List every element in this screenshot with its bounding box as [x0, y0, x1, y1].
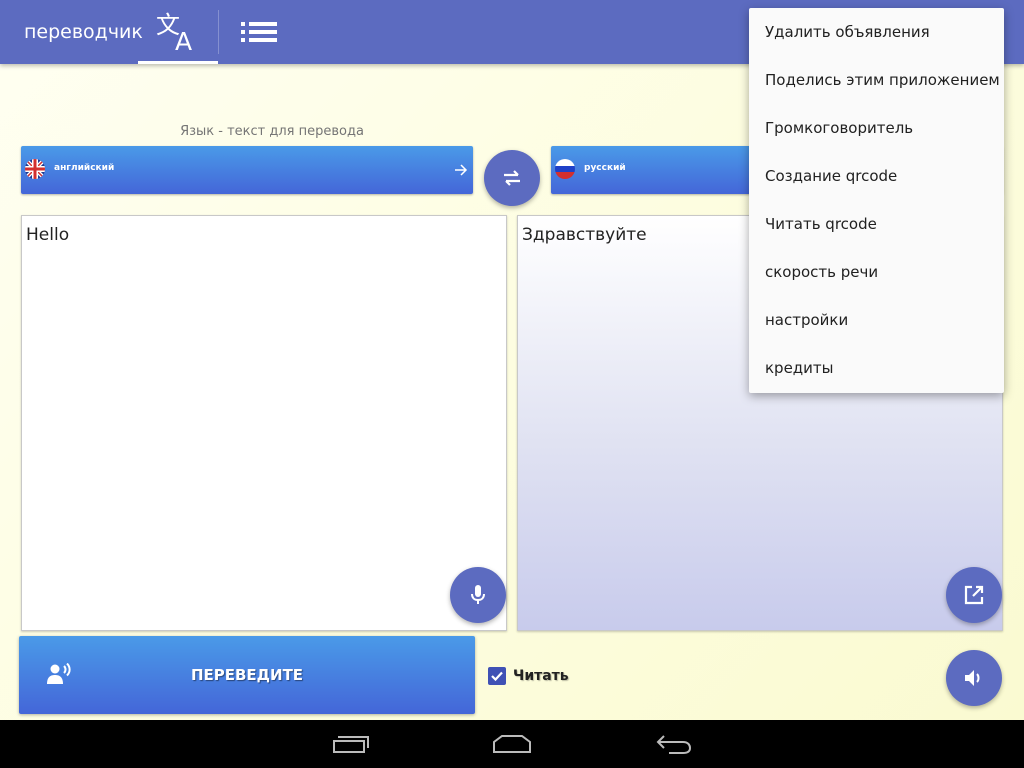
translated-text: Здравствуйте — [522, 225, 647, 245]
menu-item-loudspeaker[interactable]: Громкоговоритель — [749, 104, 1004, 152]
recent-apps-icon — [333, 736, 369, 753]
translate-button-label: ПЕРЕВЕДИТЕ — [190, 666, 304, 684]
read-checkbox-label[interactable]: Читать — [513, 667, 569, 685]
check-icon — [491, 671, 503, 682]
back-button[interactable] — [634, 728, 714, 760]
microphone-icon — [471, 585, 485, 604]
read-checkbox[interactable] — [488, 667, 506, 685]
swap-languages-button[interactable] — [484, 150, 540, 206]
recent-apps-button[interactable] — [311, 728, 391, 760]
back-icon — [656, 735, 692, 754]
tab-list[interactable] — [219, 0, 299, 64]
menu-item-read-qrcode[interactable]: Читать qrcode — [749, 200, 1004, 248]
source-text: Hello — [26, 225, 70, 245]
russia-flag-icon — [555, 159, 575, 179]
system-navigation-bar — [0, 720, 1024, 768]
home-button[interactable] — [472, 728, 552, 760]
source-language-name: английский — [54, 163, 115, 173]
menu-item-speech-rate[interactable]: скорость речи — [749, 248, 1004, 296]
speak-button[interactable] — [946, 650, 1002, 706]
open-external-button[interactable] — [946, 567, 1002, 623]
source-text-input[interactable]: Hello — [21, 215, 507, 631]
menu-item-credits[interactable]: кредиты — [749, 344, 1004, 392]
open-in-new-icon — [964, 585, 984, 605]
arrow-right-icon — [455, 164, 468, 176]
menu-item-create-qrcode[interactable]: Создание qrcode — [749, 152, 1004, 200]
overflow-menu: Удалить объявления Поделись этим приложе… — [749, 8, 1004, 393]
source-language-button[interactable]: английский — [21, 146, 473, 194]
translate-button[interactable]: ПЕРЕВЕДИТЕ — [19, 636, 475, 714]
menu-item-settings[interactable]: настройки — [749, 296, 1004, 344]
source-language-label: Язык - текст для перевода — [180, 124, 364, 139]
menu-item-remove-ads[interactable]: Удалить объявления — [749, 8, 1004, 56]
target-language-name: русский — [584, 163, 626, 173]
translate-icon: 文 A — [156, 11, 192, 53]
app-title: переводчик — [24, 21, 143, 43]
swap-icon — [504, 170, 520, 186]
menu-item-share-app[interactable]: Поделись этим приложением — [749, 56, 1004, 104]
home-icon — [493, 735, 531, 753]
volume-icon — [965, 670, 980, 686]
tab-translate[interactable]: 文 A — [138, 0, 218, 64]
uk-flag-icon — [25, 159, 45, 179]
list-icon — [241, 22, 277, 42]
svg-text:A: A — [175, 27, 192, 53]
microphone-button[interactable] — [450, 567, 506, 623]
